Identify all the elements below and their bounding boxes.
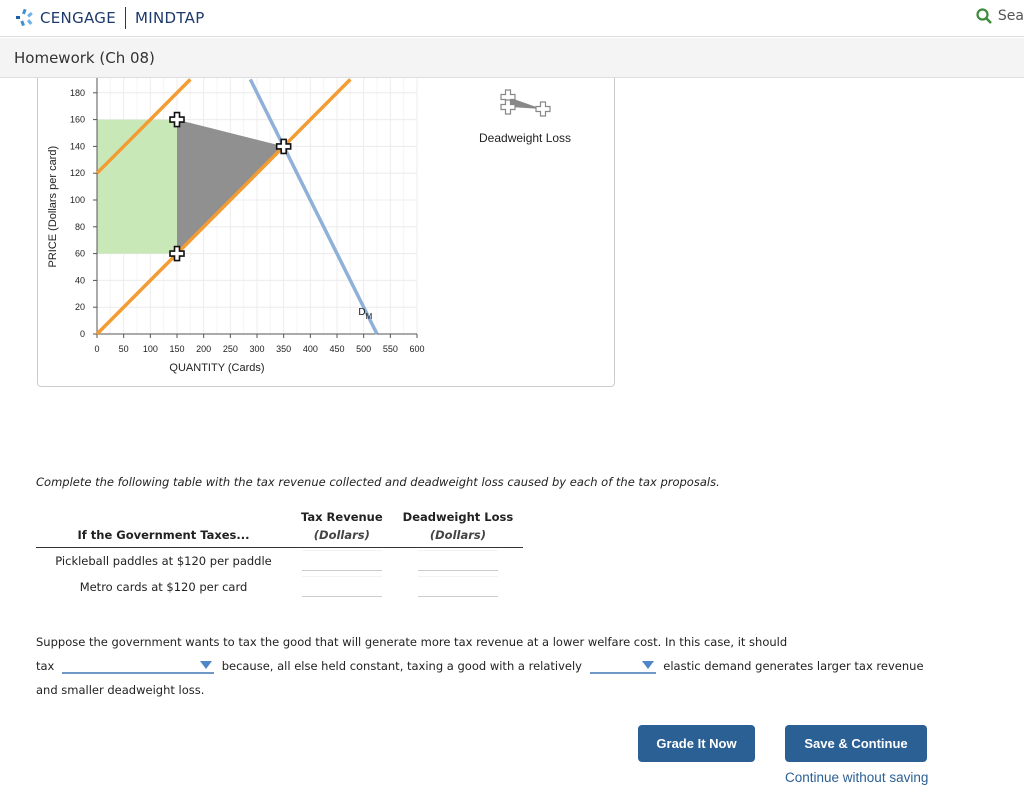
question-text-mid: because, all else held constant, taxing … bbox=[221, 659, 582, 673]
col-good: If the Government Taxes... bbox=[36, 526, 291, 548]
product-name: MINDTAP bbox=[135, 9, 205, 27]
x-tick-label: 450 bbox=[329, 344, 344, 354]
question-paragraph: Suppose the government wants to tax the … bbox=[36, 630, 976, 702]
y-tick-label: 20 bbox=[75, 302, 85, 312]
y-tick-label: 40 bbox=[75, 275, 85, 285]
x-tick-label: 400 bbox=[303, 344, 318, 354]
x-tick-label: 550 bbox=[383, 344, 398, 354]
question-line-3: and smaller deadweight loss. bbox=[36, 683, 205, 697]
chevron-down-icon bbox=[641, 660, 654, 669]
x-tick-label: 200 bbox=[196, 344, 211, 354]
col-tax-revenue: Tax Revenue bbox=[301, 510, 383, 524]
tax-revenue-area bbox=[97, 119, 177, 254]
dwl-input-metro[interactable] bbox=[417, 577, 498, 597]
tax-revenue-input-pickleball[interactable] bbox=[301, 551, 382, 571]
row-label: Metro cards at $120 per card bbox=[79, 580, 248, 594]
y-tick-label: 160 bbox=[70, 115, 85, 125]
y-tick-label: 120 bbox=[70, 168, 85, 178]
x-tick-label: 0 bbox=[94, 344, 99, 354]
continue-without-saving-link[interactable]: Continue without saving bbox=[785, 770, 928, 785]
top-bar: CENGAGE MINDTAP Sea bbox=[0, 0, 1024, 37]
y-tick-label: 100 bbox=[70, 195, 85, 205]
supply-demand-graph[interactable]: 0 50 100 150 200 250 300 350 400 450 500 550 600 0 20 4… bbox=[0, 78, 1024, 390]
x-tick-label: 50 bbox=[119, 344, 129, 354]
col-deadweight-loss: Deadweight Loss bbox=[402, 510, 514, 524]
search-icon bbox=[976, 8, 992, 24]
logo-divider bbox=[125, 7, 126, 29]
question-line-1: Suppose the government wants to tax the … bbox=[36, 635, 788, 649]
y-axis-label: PRICE (Dollars per card) bbox=[47, 146, 59, 268]
legend-deadweight-loss-label: Deadweight Loss bbox=[479, 131, 572, 145]
y-tick-label: 60 bbox=[75, 249, 85, 259]
x-tick-label: 300 bbox=[249, 344, 264, 354]
table-row: Pickleball paddles at $120 per paddle bbox=[36, 548, 523, 575]
x-tick-label: 600 bbox=[409, 344, 424, 354]
demand-curve-label: DM bbox=[358, 307, 372, 321]
x-tick-label: 100 bbox=[143, 344, 158, 354]
y-tick-label: 0 bbox=[80, 329, 85, 339]
x-axis-label: QUANTITY (Cards) bbox=[169, 362, 264, 374]
cengage-logo-icon bbox=[16, 9, 33, 27]
x-tick-label: 150 bbox=[169, 344, 184, 354]
legend-plus-icon[interactable] bbox=[535, 101, 551, 117]
assignment-bar: Homework (Ch 08) bbox=[0, 38, 1024, 78]
dwl-input-pickleball[interactable] bbox=[417, 551, 498, 571]
col-dwl-unit: (Dollars) bbox=[392, 526, 524, 548]
x-tick-label: 250 bbox=[223, 344, 238, 354]
y-tick-label: 80 bbox=[75, 222, 85, 232]
good-dropdown[interactable] bbox=[62, 660, 215, 674]
logo[interactable]: CENGAGE MINDTAP bbox=[15, 7, 205, 29]
y-tick-label: 140 bbox=[70, 141, 85, 151]
demand-curve-label-subscript: M bbox=[366, 312, 373, 321]
instructions: Complete the following table with the ta… bbox=[36, 475, 720, 489]
assignment-title: Homework (Ch 08) bbox=[14, 49, 155, 67]
search-label: Sea bbox=[997, 8, 1024, 24]
col-tax-revenue-unit: (Dollars) bbox=[291, 526, 393, 548]
grade-it-now-button[interactable]: Grade It Now bbox=[638, 725, 755, 762]
brand-name: CENGAGE bbox=[40, 9, 116, 27]
tax-revenue-input-metro[interactable] bbox=[301, 577, 382, 597]
x-tick-label: 350 bbox=[276, 344, 291, 354]
tax-table: Tax Revenue Deadweight Loss If the Gover… bbox=[36, 508, 524, 600]
table-row: Metro cards at $120 per card bbox=[36, 574, 523, 600]
search-button[interactable]: Sea bbox=[976, 8, 1024, 24]
row-label: Pickleball paddles at $120 per paddle bbox=[55, 554, 272, 568]
save-continue-button[interactable]: Save & Continue bbox=[785, 725, 927, 762]
x-tick-label: 500 bbox=[356, 344, 371, 354]
elasticity-dropdown[interactable] bbox=[589, 660, 656, 674]
y-tick-label: 180 bbox=[70, 88, 85, 98]
question-text-post: elastic demand generates larger tax reve… bbox=[663, 659, 924, 673]
chevron-down-icon bbox=[200, 660, 213, 669]
question-text-pre: tax bbox=[36, 659, 55, 673]
